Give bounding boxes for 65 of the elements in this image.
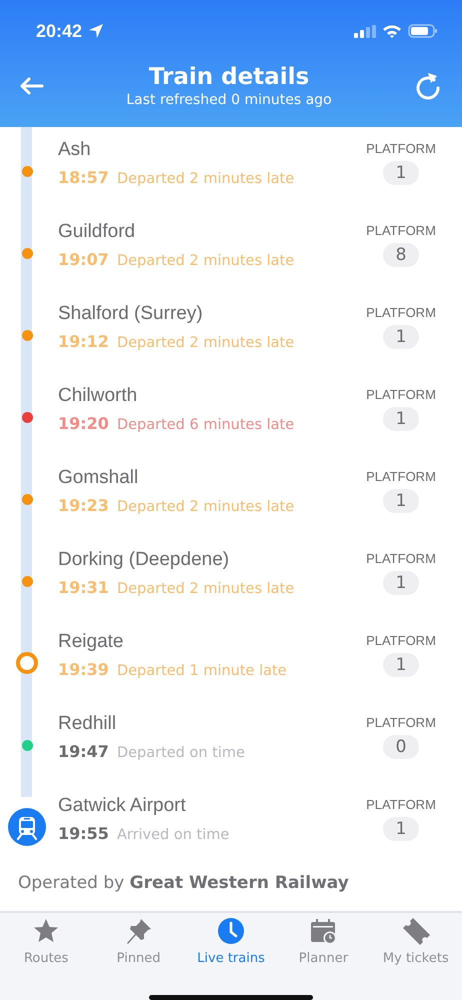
tab-item[interactable]: Live trains xyxy=(184,917,278,981)
platform-label: PLATFORM xyxy=(366,715,436,730)
platform-label: PLATFORM xyxy=(366,387,436,402)
platform-label: PLATFORM xyxy=(366,551,436,566)
refresh-icon[interactable] xyxy=(414,71,442,101)
wifi-icon xyxy=(382,24,402,38)
stop-status: Departed 6 minutes late xyxy=(116,417,294,433)
tab-item[interactable]: My tickets xyxy=(370,917,462,981)
station-name: Shalford (Surrey) xyxy=(58,303,204,325)
stop-time: 19:31 xyxy=(58,578,109,597)
pushpin-icon xyxy=(124,917,153,945)
platform-label: PLATFORM xyxy=(366,223,436,238)
tab-item[interactable]: Routes xyxy=(0,917,92,981)
platform-number: 1 xyxy=(382,817,420,841)
stop-status: Departed 2 minutes late xyxy=(116,499,294,515)
platform-label: PLATFORM xyxy=(366,633,436,648)
platform-number: 1 xyxy=(382,407,420,431)
stop-status: Arrived on time xyxy=(116,827,230,843)
station-name: Dorking (Deepdene) xyxy=(58,549,230,571)
platform-number: 1 xyxy=(382,571,420,595)
tab-item[interactable]: Planner xyxy=(277,917,370,981)
battery-icon xyxy=(408,24,438,38)
operator-text: Operated by Great Western Railway xyxy=(17,872,350,895)
signal-icon xyxy=(354,24,376,38)
station-name: Ash xyxy=(58,139,92,161)
station-name: Reigate xyxy=(58,631,124,653)
stop-status: Departed 1 minute late xyxy=(116,663,287,679)
station-name: Chilworth xyxy=(58,385,138,407)
refresh-time: Last refreshed 0 minutes ago xyxy=(125,92,333,108)
platform-label: PLATFORM xyxy=(366,469,436,484)
clock-icon xyxy=(217,917,246,945)
screen-title: Train details xyxy=(148,64,310,90)
stop-status: Departed 2 minutes late xyxy=(116,253,294,269)
stop-status: Departed 2 minutes late xyxy=(116,171,294,187)
platform-number: 0 xyxy=(382,735,420,759)
stop-time: 19:23 xyxy=(58,496,109,515)
calendar-icon xyxy=(309,917,338,945)
platform-label: PLATFORM xyxy=(366,141,436,156)
stop-time: 19:07 xyxy=(58,250,109,269)
station-name: Gomshall xyxy=(58,467,140,489)
stop-time: 19:39 xyxy=(58,660,109,679)
platform-number: 1 xyxy=(382,653,420,677)
stop-time: 19:47 xyxy=(58,742,109,761)
star-icon xyxy=(32,917,60,945)
stop-time: 19:55 xyxy=(58,824,109,843)
station-name: Guildford xyxy=(58,221,136,243)
back-arrow-icon[interactable] xyxy=(18,76,44,96)
platform-number: 1 xyxy=(382,325,420,349)
station-name: Gatwick Airport xyxy=(58,795,187,817)
platform-label: PLATFORM xyxy=(366,797,436,812)
platform-number: 1 xyxy=(382,489,420,513)
location-arrow-icon xyxy=(88,23,104,39)
stop-status: Departed 2 minutes late xyxy=(116,335,294,351)
platform-number: 1 xyxy=(382,161,420,185)
station-name: Redhill xyxy=(58,713,118,735)
platform-label: PLATFORM xyxy=(366,305,436,320)
stop-status: Departed on time xyxy=(116,745,245,761)
stop-status: Departed 2 minutes late xyxy=(116,581,294,597)
status-time: 20:42 xyxy=(36,20,82,42)
stop-time: 18:57 xyxy=(58,168,109,187)
tab-item[interactable]: Pinned xyxy=(92,917,185,981)
ticket-icon xyxy=(402,917,430,945)
stop-time: 19:20 xyxy=(58,414,109,433)
stop-time: 19:12 xyxy=(58,332,109,351)
platform-number: 8 xyxy=(382,243,420,267)
